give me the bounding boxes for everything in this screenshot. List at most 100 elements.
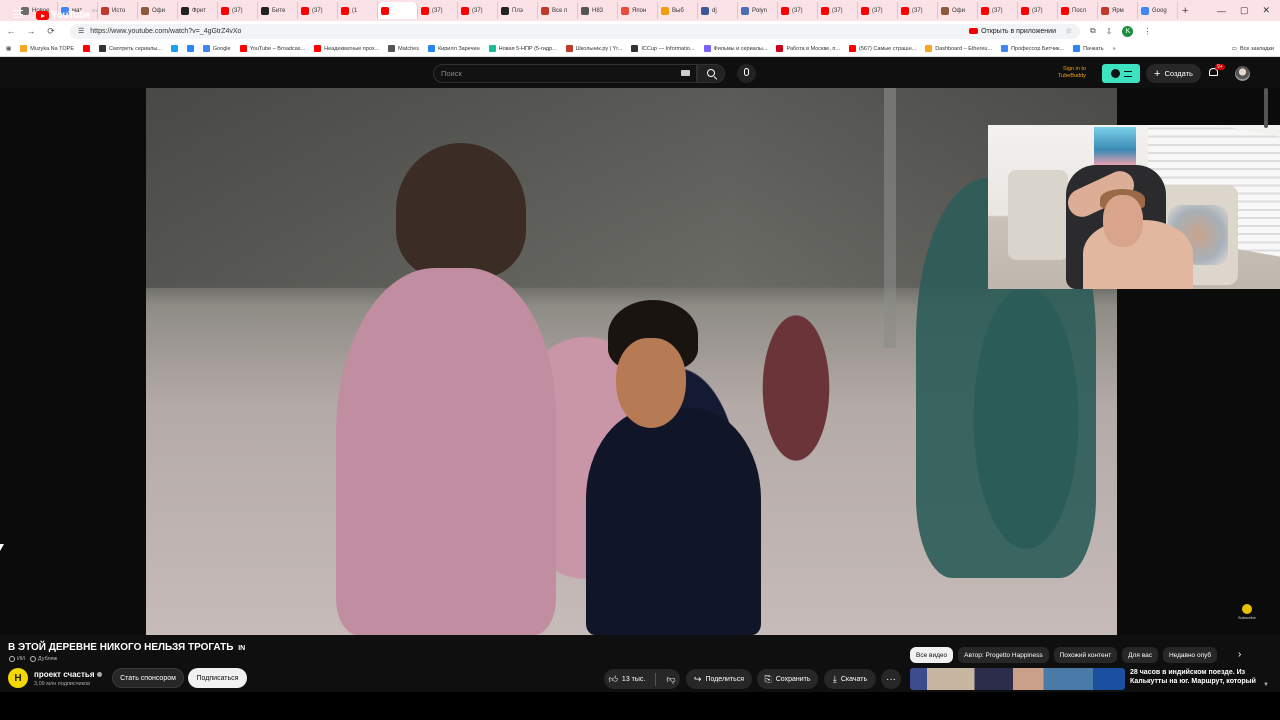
filter-chip[interactable]: Недавно опуб	[1162, 647, 1218, 663]
browser-tab[interactable]: (37)	[1018, 2, 1058, 19]
more-actions-button[interactable]: ···	[881, 669, 901, 689]
tubebuddy-button[interactable]	[1102, 64, 1140, 83]
filter-chip[interactable]: Все видео	[910, 647, 954, 663]
chips-next-arrow-icon[interactable]: ›	[1238, 649, 1241, 660]
close-window-button[interactable]: ✕	[1262, 5, 1270, 16]
keyboard-icon[interactable]	[681, 70, 690, 76]
browser-tab[interactable]: (37)	[858, 2, 898, 19]
notifications-button[interactable]: 9+	[1208, 64, 1225, 78]
browser-tab[interactable]: Н83	[578, 2, 618, 19]
search-button[interactable]	[697, 64, 725, 83]
ai-tag[interactable]: ИИ	[9, 656, 25, 662]
open-in-app-button[interactable]: Открыть в приложении	[969, 28, 1056, 35]
filter-chip[interactable]: Для вас	[1122, 647, 1158, 663]
browser-menu-icon[interactable]: ⋮	[1143, 27, 1151, 36]
new-tab-button[interactable]: +	[1182, 5, 1188, 17]
downloads-icon[interactable]: ⇩	[1106, 27, 1113, 36]
all-bookmarks-folder[interactable]: ▭ Все закладки	[1231, 45, 1274, 52]
browser-tab[interactable]: (37)	[778, 2, 818, 19]
browser-tab[interactable]: Выб	[658, 2, 698, 19]
browser-tab[interactable]: Плэ	[498, 2, 538, 19]
scroll-down-arrow-icon[interactable]: ▼	[1263, 682, 1269, 688]
tubebuddy-signin-link[interactable]: Sign in to TubeBuddy	[1058, 66, 1086, 80]
browser-tab[interactable]: (37)	[218, 2, 258, 19]
filter-chip[interactable]: Похожий контент	[1053, 647, 1118, 663]
bookmark-item[interactable]: Школьник.ру | Yr...	[565, 45, 622, 52]
browser-tab[interactable]: Фрит	[178, 2, 218, 19]
user-avatar[interactable]	[1235, 66, 1250, 81]
browser-tab[interactable]: (37)	[458, 2, 498, 19]
bookmark-star-icon[interactable]: ☆	[1066, 27, 1072, 35]
bookmark-item[interactable]: ICCup — Informatio...	[631, 45, 695, 52]
bookmark-item[interactable]	[83, 45, 91, 52]
bookmark-item[interactable]: Смотреть сериалы...	[99, 45, 162, 52]
bookmarks-overflow-button[interactable]: »	[1113, 46, 1116, 52]
subscribe-button[interactable]: Подписаться	[188, 668, 247, 688]
browser-tab[interactable]: Япон	[618, 2, 658, 19]
recommended-video-title[interactable]: 28 часов в индийском поезде. Из Калькутт…	[1130, 668, 1260, 686]
bookmark-item[interactable]: Matches	[388, 45, 419, 52]
browser-tab[interactable]: Все п	[538, 2, 578, 19]
browser-tab[interactable]: (37)	[418, 2, 458, 19]
browser-tab[interactable]: Polyn	[738, 2, 778, 19]
filter-chip[interactable]: Автор: Progetto Happiness	[958, 647, 1049, 663]
browser-tab[interactable]: (37)	[898, 2, 938, 19]
create-button[interactable]: + Создать	[1146, 64, 1201, 83]
bookmark-item[interactable]: Dashboard – Ethereu...	[925, 45, 992, 52]
url-input[interactable]: ☰ https://www.youtube.com/watch?v=_4gGtr…	[70, 23, 1080, 39]
bookmark-item[interactable]: Фильмы и сериалы...	[703, 45, 767, 52]
voice-search-button[interactable]	[737, 64, 756, 83]
apps-grid-icon[interactable]: ▦	[6, 46, 11, 52]
bookmark-item[interactable]: (567) Самые страшн...	[848, 45, 916, 52]
bookmark-item[interactable]: Кирилл Заречин	[427, 45, 480, 52]
browser-tab[interactable]: Офи	[138, 2, 178, 19]
search-input[interactable]: Поиск	[433, 64, 697, 83]
bookmark-item[interactable]: Новая 5-НПР (5-гидр...	[488, 45, 557, 52]
reload-button[interactable]: ⟳	[46, 26, 56, 37]
browser-tab[interactable]: Goog	[1138, 2, 1178, 19]
browser-tab[interactable]: Офи	[938, 2, 978, 19]
save-button[interactable]: ⎘ Сохранить	[757, 669, 818, 689]
browser-tab[interactable]: Исто	[98, 2, 138, 19]
bookmark-item[interactable]	[186, 45, 194, 52]
like-icon[interactable]: 👍︎	[609, 674, 618, 684]
page-scrollbar[interactable]	[1263, 88, 1269, 688]
browser-tab[interactable]: (37)	[298, 2, 338, 19]
menu-icon[interactable]	[13, 10, 23, 18]
browser-tab[interactable]: dj	[698, 2, 738, 19]
channel-avatar[interactable]: H	[8, 668, 28, 688]
minimize-button[interactable]: —	[1217, 6, 1226, 16]
site-info-icon[interactable]: ☰	[78, 27, 84, 35]
browser-tab[interactable]: Бите	[258, 2, 298, 19]
join-sponsor-button[interactable]: Стать спонсором	[112, 668, 184, 688]
browser-tab[interactable]: (37)	[978, 2, 1018, 19]
video-player[interactable]	[146, 88, 1117, 635]
forward-button[interactable]: →	[26, 26, 36, 36]
bookmark-item[interactable]: YouTube – Broadcas...	[239, 45, 305, 52]
dislike-icon[interactable]: 👎︎	[666, 674, 675, 684]
like-count[interactable]: 13 тыс.	[622, 676, 645, 683]
back-button[interactable]: ←	[6, 26, 16, 36]
share-button[interactable]: ↪ Поделиться	[686, 669, 752, 689]
channel-watermark[interactable]: Subscribe	[1238, 604, 1256, 620]
dub-tag[interactable]: Дубляж	[29, 656, 57, 662]
browser-tab[interactable]: (1	[338, 2, 378, 19]
bookmark-item[interactable]: Muzyka Na TOPE	[20, 45, 74, 52]
youtube-logo[interactable]: YouTube BY	[36, 8, 98, 21]
extensions-icon[interactable]: ⧉	[1090, 26, 1096, 36]
recommended-video-thumbnail[interactable]	[910, 668, 1125, 690]
scrollbar-thumb[interactable]	[1264, 88, 1268, 128]
bookmark-item[interactable]	[170, 45, 178, 52]
bookmark-item[interactable]: Пачкать	[1073, 45, 1104, 52]
browser-tab[interactable]	[378, 2, 418, 19]
browser-tab[interactable]: Ярм	[1098, 2, 1138, 19]
channel-name[interactable]: проект счастья	[34, 670, 102, 679]
bookmark-item[interactable]: Работа в Москве, п...	[776, 45, 840, 52]
download-button[interactable]: ⤓ Скачать	[824, 669, 876, 689]
bookmark-item[interactable]: Google	[202, 45, 231, 52]
bookmark-item[interactable]: Профессор Битчик...	[1001, 45, 1064, 52]
browser-tab[interactable]: (37)	[818, 2, 858, 19]
profile-avatar[interactable]: K	[1122, 25, 1134, 37]
bookmark-item[interactable]: Неадекватные прох...	[314, 45, 379, 52]
maximize-button[interactable]: ▢	[1240, 5, 1249, 16]
